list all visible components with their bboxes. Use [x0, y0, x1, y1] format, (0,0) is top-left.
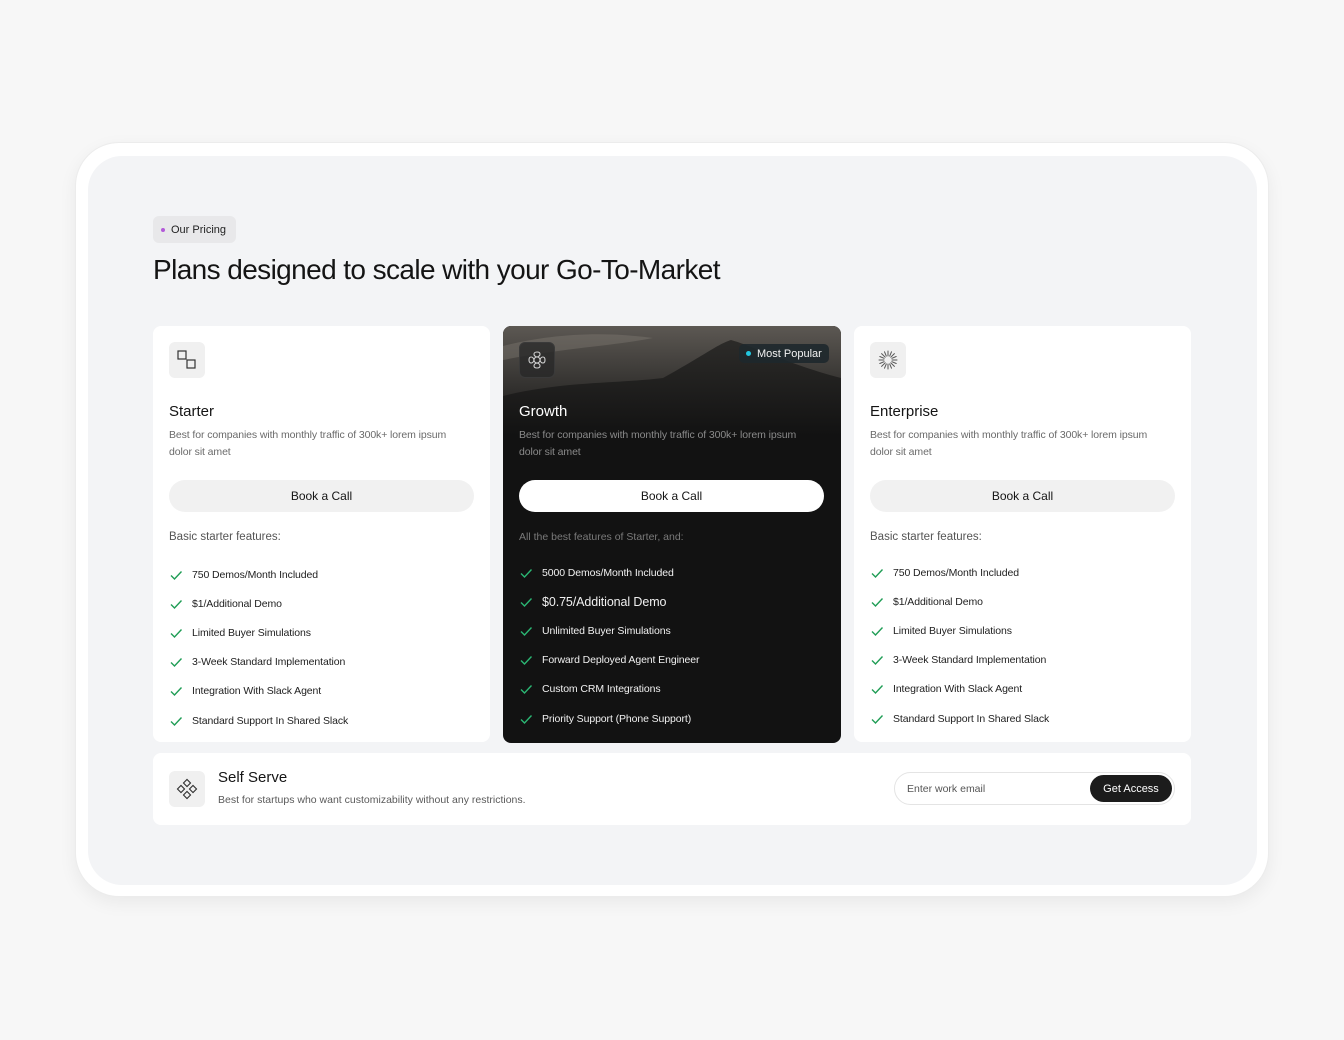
plan-description: Best for companies with monthly traffic …: [870, 429, 1148, 458]
check-icon: [170, 628, 183, 638]
self-serve-description: Best for startups who want customizabili…: [218, 794, 526, 806]
sunburst-icon: [870, 342, 906, 378]
eyebrow-label: Our Pricing: [171, 223, 227, 236]
plan-description: Best for companies with monthly traffic …: [169, 429, 447, 458]
feature-item: Standard Support In Shared Slack: [870, 704, 1049, 733]
check-icon: [520, 714, 533, 724]
badge-dot: [746, 351, 751, 356]
pricing-section: Our Pricing Plans designed to scale with…: [88, 156, 1257, 885]
work-email-input[interactable]: [907, 773, 1087, 804]
plan-card-starter: Starter Best for companies with monthly …: [153, 326, 490, 742]
check-icon: [170, 570, 183, 580]
squares-icon: [169, 342, 205, 378]
most-popular-badge: Most Popular: [739, 344, 829, 363]
feature-list: 5000 Demos/Month Included $0.75/Addition…: [519, 558, 700, 733]
feature-item: 750 Demos/Month Included: [870, 558, 1049, 587]
plan-description: Best for companies with monthly traffic …: [519, 429, 797, 458]
plan-name: Growth: [519, 403, 568, 420]
check-icon: [170, 716, 183, 726]
check-icon: [520, 626, 533, 636]
book-call-button[interactable]: Book a Call: [519, 480, 824, 512]
get-access-button[interactable]: Get Access: [1090, 775, 1172, 802]
feature-item: Integration With Slack Agent: [169, 677, 348, 706]
feature-item: Unlimited Buyer Simulations: [519, 616, 699, 645]
feature-item: Standard Support In Shared Slack: [169, 706, 348, 735]
self-serve-card: Self Serve Best for startups who want cu…: [153, 753, 1191, 825]
check-icon: [520, 597, 533, 607]
check-icon: [520, 685, 533, 695]
check-icon: [520, 656, 533, 666]
check-icon: [871, 626, 884, 636]
check-icon: [520, 568, 533, 578]
check-icon: [871, 568, 884, 578]
section-eyebrow: Our Pricing: [153, 216, 237, 243]
badge-label: Most Popular: [757, 347, 822, 360]
feature-item: $0.75/Additional Demo: [519, 587, 699, 616]
feature-item: 5000 Demos/Month Included: [519, 558, 699, 587]
email-form: Get Access: [894, 772, 1175, 805]
plan-name: Starter: [169, 403, 215, 420]
plan-card-enterprise: Enterprise Best for companies with month…: [854, 326, 1191, 742]
feature-item: Limited Buyer Simulations: [870, 616, 1049, 645]
check-icon: [871, 685, 884, 695]
check-icon: [871, 597, 884, 607]
feature-item: Custom CRM Integrations: [519, 675, 699, 704]
features-heading: Basic starter features:: [870, 531, 982, 543]
check-icon: [871, 656, 884, 666]
pricing-frame: Our Pricing Plans designed to scale with…: [75, 142, 1269, 897]
features-heading: Basic starter features:: [169, 531, 281, 543]
book-call-button[interactable]: Book a Call: [169, 480, 474, 512]
check-icon: [170, 658, 183, 668]
page-title: Plans designed to scale with your Go-To-…: [153, 254, 721, 285]
check-icon: [871, 714, 884, 724]
feature-item: Forward Deployed Agent Engineer: [519, 646, 700, 675]
feature-item: Integration With Slack Agent: [870, 675, 1049, 704]
feature-list: 750 Demos/Month Included $1/Additional D…: [870, 558, 1049, 733]
check-icon: [170, 599, 183, 609]
plan-card-growth: Most Popular Growth Best for companies w…: [503, 326, 841, 743]
flower-icon: [519, 342, 555, 378]
feature-item: 3-Week Standard Implementation: [169, 648, 348, 677]
plan-name: Enterprise: [870, 403, 939, 420]
feature-list: 750 Demos/Month Included $1/Additional D…: [169, 560, 348, 735]
feature-item: Priority Support (Phone Support): [519, 704, 699, 733]
feature-item: 3-Week Standard Implementation: [870, 646, 1049, 675]
feature-item: $1/Additional Demo: [169, 589, 348, 618]
self-serve-title: Self Serve: [218, 769, 288, 786]
eyebrow-dot: [161, 227, 165, 232]
feature-item: Limited Buyer Simulations: [169, 618, 348, 647]
book-call-button[interactable]: Book a Call: [870, 480, 1175, 512]
feature-item: 750 Demos/Month Included: [169, 560, 348, 589]
features-heading: All the best features of Starter, and:: [519, 531, 684, 543]
check-icon: [170, 687, 183, 697]
diamond-grid-icon: [169, 771, 205, 807]
feature-item: $1/Additional Demo: [870, 587, 1049, 616]
